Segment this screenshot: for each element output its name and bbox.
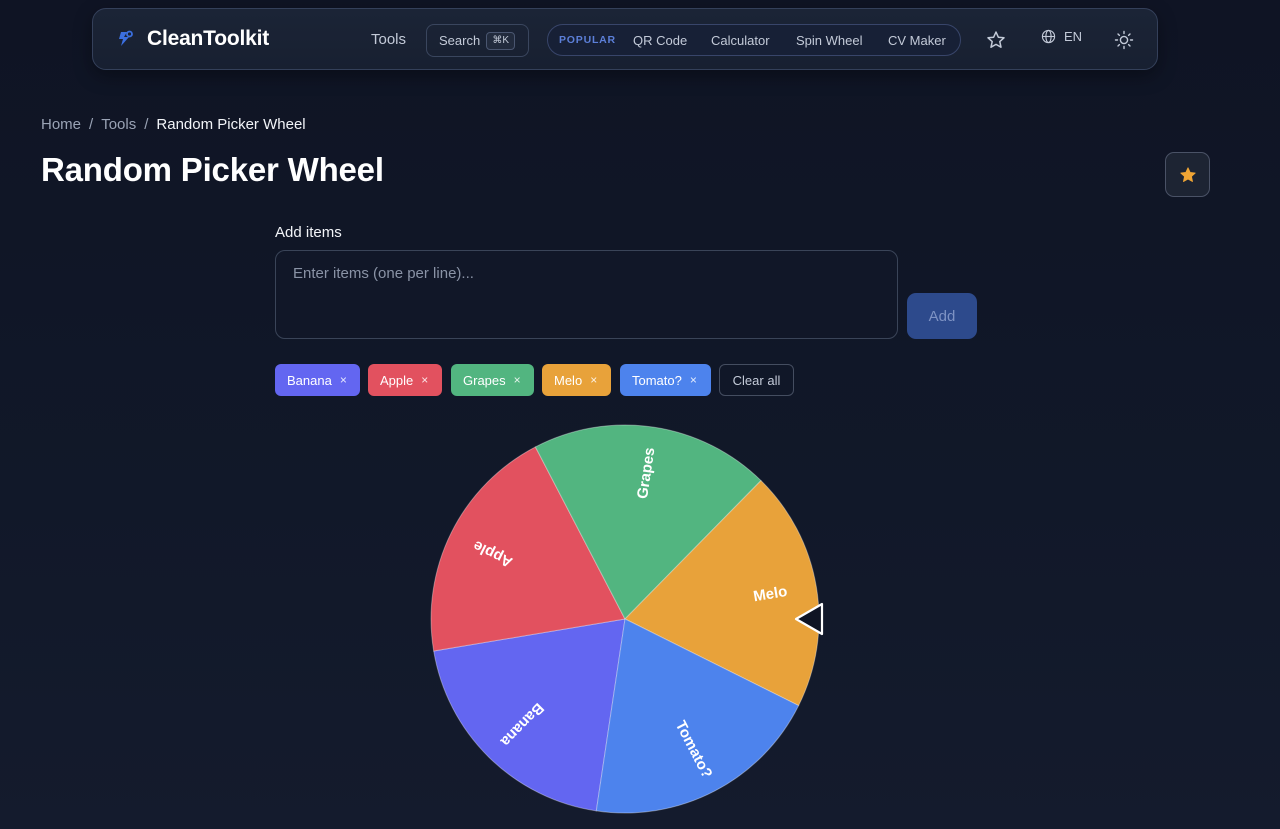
spin-wheel[interactable]: BananaAppleGrapesMeloTomato? [0, 0, 1280, 829]
wheel-slices [430, 424, 820, 814]
